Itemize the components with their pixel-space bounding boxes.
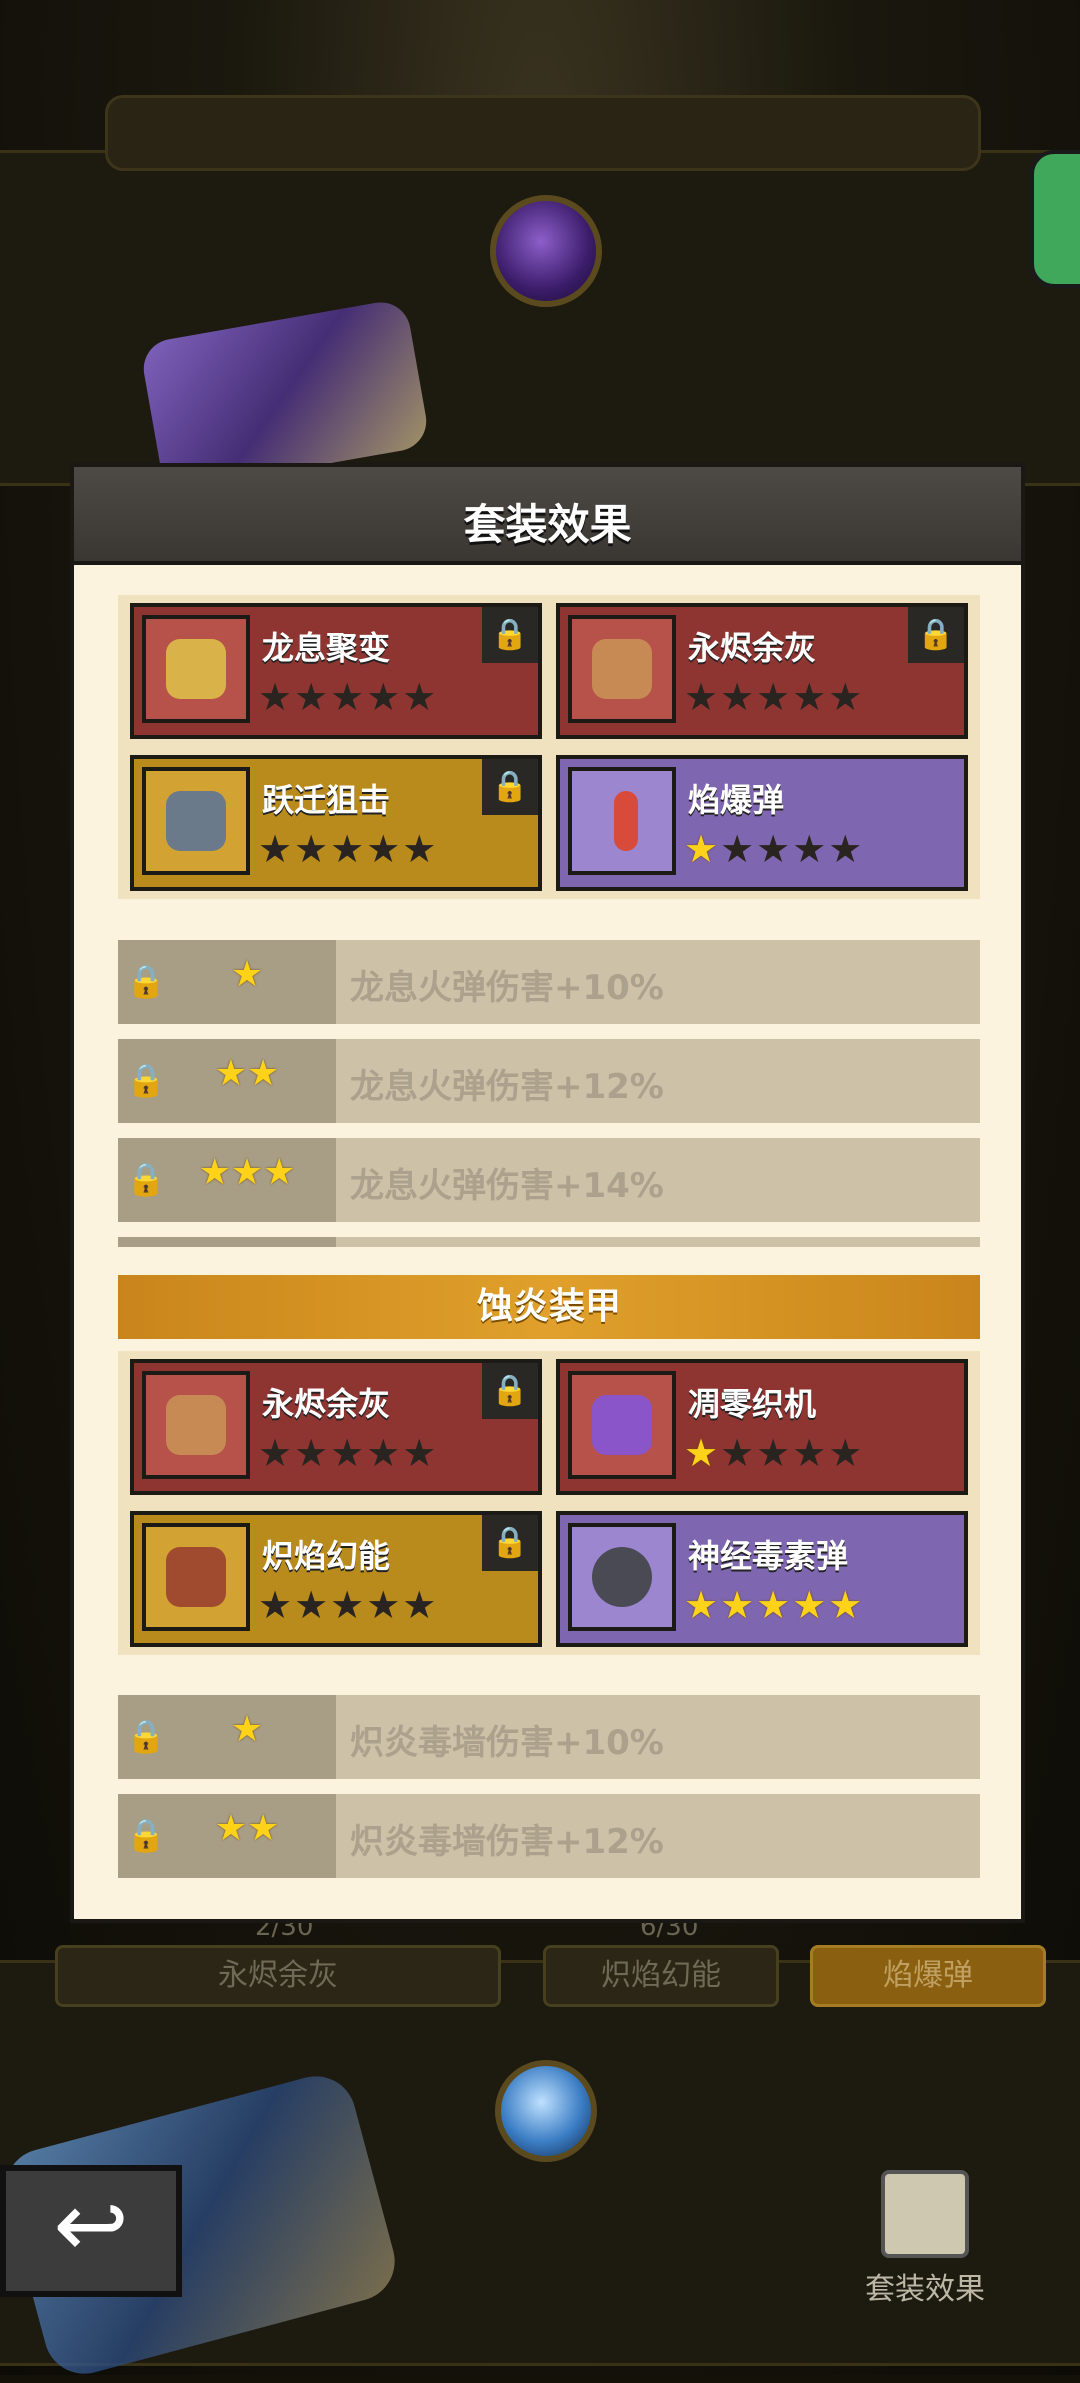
set-effect-dialog: 套装效果 龙息聚变 ★★★★★ 🔒 永烬余灰 ★★★★★ 🔒 跃迁狙击 ★★★★… bbox=[70, 463, 1025, 1923]
bonus-stars: ★★ bbox=[214, 1808, 280, 1849]
bonus-row: 🔒 ★ 龙息火弹伤害+10% bbox=[118, 940, 980, 1024]
bonus-row: 🔒 ★ 炽炎毒墙伤害+10% bbox=[118, 1695, 980, 1779]
set2-card-3[interactable]: 神经毒素弹 ★★★★★ bbox=[556, 1511, 968, 1647]
flame-bomb-icon bbox=[614, 791, 638, 851]
card-stars: ★★★★★ bbox=[684, 1431, 865, 1475]
lock-icon: 🔒 bbox=[482, 759, 538, 815]
dragon-breath-icon bbox=[166, 639, 226, 699]
item-thumbnail bbox=[568, 1371, 676, 1479]
lock-icon: 🔒 bbox=[482, 1515, 538, 1571]
dialog-title: 套装效果 bbox=[463, 500, 632, 549]
dialog-body[interactable]: 龙息聚变 ★★★★★ 🔒 永烬余灰 ★★★★★ 🔒 跃迁狙击 ★★★★★ 🔒 焰… bbox=[70, 565, 1025, 1923]
sniper-drone-icon bbox=[166, 791, 226, 851]
bonus-row: 🔒 ★★ 炽炎毒墙伤害+12% bbox=[118, 1794, 980, 1878]
set1-card-0[interactable]: 龙息聚变 ★★★★★ 🔒 bbox=[130, 603, 542, 739]
card-name: 凋零织机 bbox=[688, 1385, 817, 1423]
item-thumbnail bbox=[568, 1523, 676, 1631]
set2-card-0[interactable]: 永烬余灰 ★★★★★ 🔒 bbox=[130, 1359, 542, 1495]
item-thumbnail bbox=[142, 615, 250, 723]
wither-loom-icon bbox=[592, 1395, 652, 1455]
item-thumbnail bbox=[568, 615, 676, 723]
lock-icon: 🔒 bbox=[482, 1363, 538, 1419]
dialog-header: 套装效果 bbox=[70, 463, 1025, 565]
chat-icon[interactable] bbox=[1030, 150, 1080, 288]
neurotoxin-bomb-icon bbox=[592, 1547, 652, 1607]
card-name: 永烬余灰 bbox=[688, 629, 817, 667]
bonus-stars: ★ bbox=[230, 954, 264, 995]
card-name: 跃迁狙击 bbox=[262, 781, 391, 819]
bonus-stars: ★ bbox=[230, 1709, 264, 1750]
bonus-row-partial bbox=[118, 1237, 980, 1247]
flame-cannon-icon bbox=[166, 1547, 226, 1607]
armor-icon bbox=[166, 1395, 226, 1455]
gift-icon bbox=[881, 2170, 969, 2258]
card-stars: ★★★★★ bbox=[258, 675, 439, 719]
bonus-text: 炽炎毒墙伤害+10% bbox=[350, 1723, 664, 1763]
back-arrow-icon: ↩ bbox=[53, 2173, 129, 2278]
card-name: 神经毒素弹 bbox=[688, 1537, 849, 1575]
bottom-weapon-orb-icon bbox=[495, 2060, 597, 2162]
set-effect-button[interactable]: 套装效果 bbox=[865, 2170, 985, 2310]
tab-chiyan[interactable]: 炽焰幻能 bbox=[543, 1945, 779, 2007]
card-name: 焰爆弹 bbox=[688, 781, 785, 819]
card-stars: ★★★★★ bbox=[684, 1583, 865, 1627]
item-thumbnail bbox=[568, 767, 676, 875]
card-stars: ★★★★★ bbox=[684, 827, 865, 871]
bonus-row: 🔒 ★★★ 龙息火弹伤害+14% bbox=[118, 1138, 980, 1222]
card-stars: ★★★★★ bbox=[258, 827, 439, 871]
card-name: 炽焰幻能 bbox=[262, 1537, 391, 1575]
card-name: 龙息聚变 bbox=[262, 629, 391, 667]
set2-title-banner: 蚀炎装甲 bbox=[118, 1275, 980, 1339]
set1-card-grid: 龙息聚变 ★★★★★ 🔒 永烬余灰 ★★★★★ 🔒 跃迁狙击 ★★★★★ 🔒 焰… bbox=[118, 595, 980, 899]
bonus-text: 龙息火弹伤害+14% bbox=[350, 1166, 664, 1206]
set2-card-2[interactable]: 炽焰幻能 ★★★★★ 🔒 bbox=[130, 1511, 542, 1647]
bonus-stars: ★★★ bbox=[198, 1152, 296, 1193]
top-rail bbox=[105, 95, 981, 171]
bonus-stars: ★★ bbox=[214, 1053, 280, 1094]
set-effect-label: 套装效果 bbox=[865, 2272, 985, 2307]
armor-icon bbox=[592, 639, 652, 699]
card-stars: ★★★★★ bbox=[258, 1583, 439, 1627]
bonus-text: 炽炎毒墙伤害+12% bbox=[350, 1822, 664, 1862]
set1-card-1[interactable]: 永烬余灰 ★★★★★ 🔒 bbox=[556, 603, 968, 739]
set2-card-1[interactable]: 凋零织机 ★★★★★ bbox=[556, 1359, 968, 1495]
top-weapon-orb-icon bbox=[490, 195, 602, 307]
tab-yongjin[interactable]: 永烬余灰 bbox=[55, 1945, 501, 2007]
lock-icon: 🔒 bbox=[482, 607, 538, 663]
tab-yanbao[interactable]: 焰爆弹 bbox=[810, 1945, 1046, 2007]
lock-icon: 🔒 bbox=[908, 607, 964, 663]
item-thumbnail bbox=[142, 1371, 250, 1479]
item-thumbnail bbox=[142, 1523, 250, 1631]
back-button[interactable]: ↩ bbox=[0, 2165, 182, 2297]
card-stars: ★★★★★ bbox=[258, 1431, 439, 1475]
bonus-text: 龙息火弹伤害+12% bbox=[350, 1067, 664, 1107]
bonus-text: 龙息火弹伤害+10% bbox=[350, 968, 664, 1008]
bonus-row: 🔒 ★★ 龙息火弹伤害+12% bbox=[118, 1039, 980, 1123]
set1-card-3[interactable]: 焰爆弹 ★★★★★ bbox=[556, 755, 968, 891]
set2-card-grid: 永烬余灰 ★★★★★ 🔒 凋零织机 ★★★★★ 炽焰幻能 ★★★★★ 🔒 神经毒… bbox=[118, 1351, 980, 1655]
card-name: 永烬余灰 bbox=[262, 1385, 391, 1423]
item-thumbnail bbox=[142, 767, 250, 875]
set1-card-2[interactable]: 跃迁狙击 ★★★★★ 🔒 bbox=[130, 755, 542, 891]
card-stars: ★★★★★ bbox=[684, 675, 865, 719]
